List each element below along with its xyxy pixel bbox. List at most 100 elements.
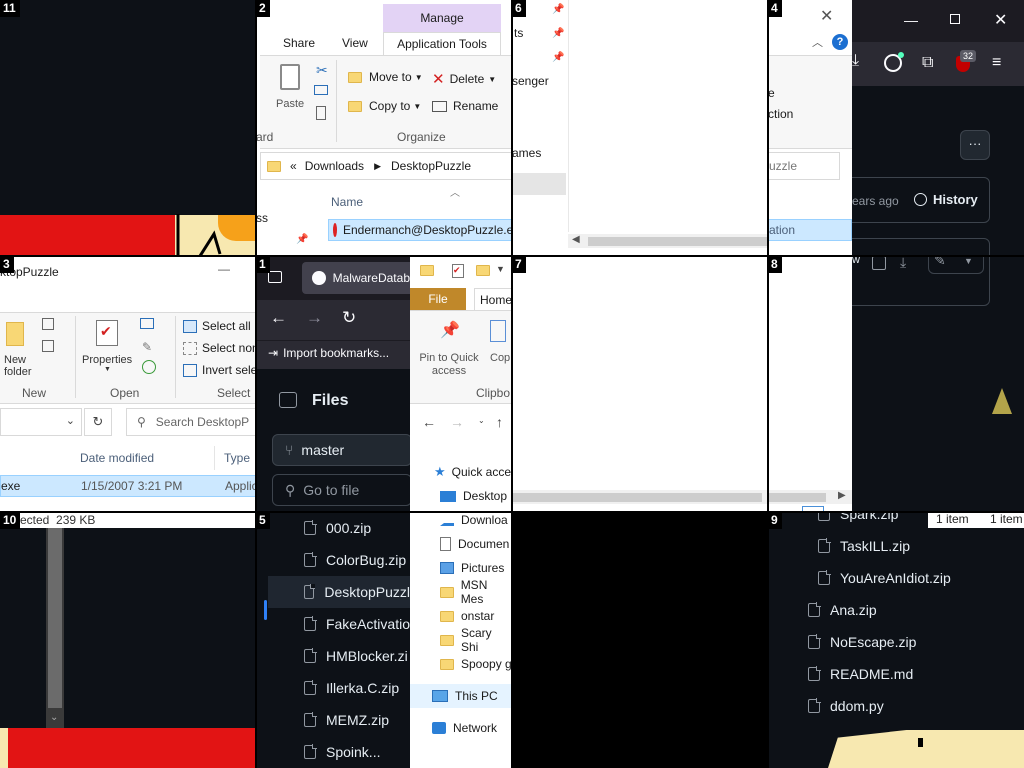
- nav-pane-item[interactable]: Spoopy g: [410, 652, 512, 676]
- repo-file-item[interactable]: TaskILL.zip: [768, 530, 1024, 562]
- nav-pane-item[interactable]: Network: [410, 716, 497, 740]
- history-link[interactable]: History: [914, 192, 978, 207]
- pin-quick-access-button[interactable]: Pin to Quick access: [416, 352, 482, 378]
- nav-pane-item[interactable]: Documen: [410, 532, 509, 556]
- properties-button[interactable]: Properties: [82, 354, 132, 366]
- sidebar-toggle-icon[interactable]: [279, 392, 297, 408]
- tab-file[interactable]: File: [410, 288, 466, 310]
- tab-application-tools[interactable]: Application Tools: [383, 32, 501, 56]
- copy-raw-icon[interactable]: [872, 256, 886, 270]
- download-raw-icon[interactable]: ⤓: [900, 256, 906, 271]
- address-dropdown-icon[interactable]: ⌄: [66, 414, 75, 427]
- minimize-icon[interactable]: —: [904, 12, 918, 28]
- more-options-button[interactable]: ···: [960, 130, 990, 160]
- scrollbar-thumb[interactable]: [512, 493, 762, 502]
- nav-pane-item[interactable]: MSN Mes: [410, 578, 512, 606]
- invert-selection-button[interactable]: Invert sele: [183, 363, 256, 377]
- edit-dropdown-icon[interactable]: ▼: [964, 256, 973, 266]
- copy-to-button[interactable]: Copy to ▼: [348, 99, 421, 113]
- branch-selector[interactable]: ⑂ master: [272, 434, 412, 466]
- collapse-ribbon-chevron-icon[interactable]: ︿: [812, 34, 823, 50]
- app-menu-icon[interactable]: ≡: [992, 54, 1001, 72]
- easy-access-icon[interactable]: [42, 340, 54, 352]
- new-folder-button[interactable]: New folder: [4, 354, 44, 378]
- edit-icon[interactable]: ✎: [142, 340, 152, 354]
- qat-folder-icon[interactable]: [420, 265, 434, 276]
- header-button-partial[interactable]: w: [852, 256, 862, 274]
- close-icon[interactable]: ✕: [820, 6, 833, 26]
- manage-contextual-tab[interactable]: Manage: [383, 4, 501, 32]
- nav-pane-item[interactable]: Downloa: [410, 512, 508, 532]
- cut-icon[interactable]: ✂: [316, 62, 328, 79]
- copy-button-partial[interactable]: Cop: [490, 352, 510, 364]
- repo-file-item[interactable]: HMBlocker.zi: [256, 640, 410, 672]
- scrollbar-thumb[interactable]: [588, 237, 768, 246]
- ribbon-label-partial[interactable]: e: [768, 86, 775, 100]
- copy-path-icon[interactable]: [314, 85, 328, 95]
- scroll-left-arrow-icon[interactable]: ◀: [572, 234, 580, 245]
- breadcrumb-prefix[interactable]: «: [290, 159, 297, 173]
- paste-button[interactable]: Paste: [276, 98, 304, 110]
- back-arrow-icon[interactable]: ←: [422, 414, 436, 430]
- refresh-button[interactable]: ↻: [84, 408, 112, 436]
- scroll-right-arrow-icon[interactable]: ▶: [838, 490, 846, 501]
- tab-view[interactable]: View: [342, 36, 368, 50]
- back-icon[interactable]: ←: [270, 308, 287, 328]
- up-arrow-icon[interactable]: ↑: [496, 414, 503, 430]
- reload-icon[interactable]: ↻: [342, 308, 356, 328]
- repo-file-item[interactable]: Ana.zip: [768, 594, 1024, 626]
- select-none-button[interactable]: Select non: [183, 341, 256, 355]
- restore-icon[interactable]: [950, 14, 960, 24]
- scrollbar-thumb[interactable]: [768, 493, 826, 502]
- selected-row-partial[interactable]: ation: [768, 219, 852, 241]
- quick-access-item-partial[interactable]: ames: [512, 146, 541, 160]
- nav-item-partial[interactable]: ss: [256, 211, 268, 225]
- repo-file-item[interactable]: ColorBug.zip: [256, 544, 410, 576]
- breadcrumb-desktoppuzzle[interactable]: DesktopPuzzle: [391, 159, 471, 173]
- repo-file-item[interactable]: README.md: [768, 658, 1024, 690]
- column-type-header[interactable]: Type: [224, 451, 250, 465]
- quick-access-item-partial[interactable]: ts: [514, 26, 523, 40]
- new-item-icon[interactable]: [42, 318, 54, 330]
- paste-shortcut-icon[interactable]: [316, 106, 326, 120]
- nav-pane-item[interactable]: onstar: [410, 604, 494, 628]
- breadcrumb-downloads[interactable]: Downloads: [305, 159, 364, 173]
- nav-pane-item[interactable]: This PC: [410, 684, 512, 708]
- column-date-header[interactable]: Date modified: [80, 451, 154, 465]
- delete-button[interactable]: ✕ Delete ▼: [432, 70, 496, 88]
- rename-button[interactable]: Rename: [432, 99, 498, 113]
- horizontal-scrollbar[interactable]: ▶: [768, 490, 852, 504]
- qat-properties-icon[interactable]: ✔: [452, 264, 464, 278]
- tab-overview-icon[interactable]: [268, 271, 282, 283]
- vertical-scrollbar-thumb[interactable]: [48, 528, 62, 708]
- history-icon[interactable]: [142, 360, 156, 374]
- repo-file-item[interactable]: MEMZ.zip: [256, 704, 410, 736]
- repo-file-item[interactable]: Spoink...: [256, 736, 410, 768]
- edit-pencil-icon[interactable]: ✎: [934, 256, 946, 269]
- recent-dropdown-icon[interactable]: ⌄: [478, 416, 485, 425]
- extensions-icon[interactable]: ⧉: [922, 54, 933, 72]
- repo-file-item[interactable]: DesktopPuzzl: [268, 576, 410, 608]
- nav-pane-item[interactable]: Scary Shi: [410, 626, 512, 654]
- quick-access-item-partial[interactable]: senger: [512, 74, 549, 88]
- open-icon[interactable]: [140, 318, 154, 329]
- search-box[interactable]: uzzle: [768, 152, 840, 180]
- qat-dropdown-icon[interactable]: ▼: [496, 264, 505, 274]
- close-window-icon[interactable]: ✕: [994, 10, 1007, 30]
- move-to-button[interactable]: Move to ▼: [348, 70, 423, 84]
- horizontal-scrollbar[interactable]: [512, 490, 768, 504]
- repo-file-item[interactable]: ddom.py: [768, 690, 1024, 722]
- minimize-icon[interactable]: —: [218, 262, 230, 276]
- nav-quick-access[interactable]: ★ Quick acce: [434, 460, 511, 484]
- address-bar-partial[interactable]: ⌄: [0, 408, 82, 436]
- repo-file-item[interactable]: NoEscape.zip: [768, 626, 1024, 658]
- repo-file-item[interactable]: Spark.zip: [768, 512, 1024, 530]
- address-bar[interactable]: « Downloads ▶ DesktopPuzzle: [260, 152, 512, 180]
- active-tab[interactable]: MalwareDatab: [302, 262, 410, 294]
- tab-home[interactable]: Home: [474, 288, 512, 310]
- go-to-file-input[interactable]: ⚲ Go to file: [272, 474, 412, 506]
- repo-file-item[interactable]: YouAreAnIdiot.zip: [768, 562, 1024, 594]
- import-bookmarks-link[interactable]: ⇥ Import bookmarks...: [268, 346, 389, 360]
- help-icon[interactable]: ?: [832, 34, 848, 50]
- tab-share[interactable]: Share: [283, 36, 315, 50]
